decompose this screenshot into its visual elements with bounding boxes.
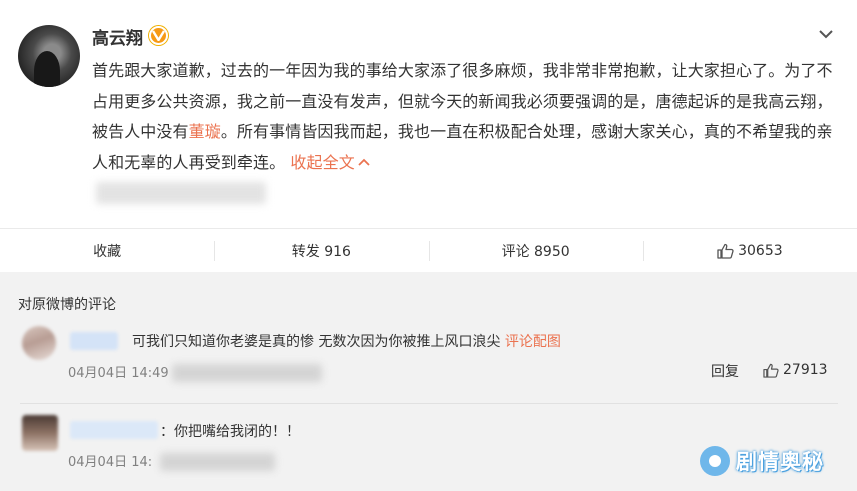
comment-date: 04月04日 14:49 xyxy=(68,366,169,381)
like-button[interactable]: 30653 xyxy=(642,229,857,272)
action-bar: 收藏 转发 916 评论 8950 30653 xyxy=(0,228,857,272)
comment-like-button[interactable]: 27913 xyxy=(763,362,828,378)
like-count: 30653 xyxy=(738,242,783,259)
thumbs-up-icon xyxy=(763,363,779,378)
commenter-name[interactable] xyxy=(70,332,118,350)
watermark-logo-icon xyxy=(700,446,730,476)
verified-v-icon xyxy=(149,26,168,45)
favorite-button[interactable]: 收藏 xyxy=(0,229,214,272)
watermark-text: 剧情奥秘 xyxy=(736,450,824,474)
comments-title: 对原微博的评论 xyxy=(18,297,116,313)
comment-button[interactable]: 评论 8950 xyxy=(428,229,643,272)
collapse-label: 收起全文 xyxy=(290,152,355,172)
chevron-down-icon[interactable] xyxy=(816,26,836,42)
repost-button[interactable]: 转发 916 xyxy=(214,229,428,272)
commenter-avatar[interactable] xyxy=(22,415,58,451)
collapse-text-link[interactable]: 收起全文 xyxy=(290,153,370,172)
comment-text: 可我们只知道你老婆是真的惨 无数次因为你被推上风口浪尖 评论配图 xyxy=(132,331,561,351)
blurred-source-info xyxy=(96,182,266,204)
chevron-up-icon xyxy=(358,158,370,166)
username[interactable]: 高云翔 xyxy=(92,24,143,49)
comment-label: 评论 8950 xyxy=(501,243,570,260)
blurred-device-info xyxy=(160,453,275,471)
comment-body: ：你把嘴给我闭的！！ xyxy=(160,424,300,440)
comment-text: ：你把嘴给我闭的！！ xyxy=(160,421,300,441)
blurred-device-info xyxy=(172,364,322,382)
comment-like-count: 27913 xyxy=(783,362,828,378)
commenter-name[interactable] xyxy=(70,421,158,439)
weibo-post: 高云翔 首先跟大家道歉，过去的一年因为我的事给大家添了很多麻烦，我非常非常抱歉，… xyxy=(0,0,857,228)
thumbs-up-icon xyxy=(717,243,734,259)
comment-date: 04月04日 14: xyxy=(68,455,153,470)
mention-keyword[interactable]: 董璇 xyxy=(189,122,221,141)
reply-button[interactable]: 回复 xyxy=(711,361,739,381)
commenter-avatar[interactable] xyxy=(22,326,56,360)
user-avatar[interactable] xyxy=(18,25,80,87)
comment-body: 可我们只知道你老婆是真的惨 无数次因为你被推上风口浪尖 xyxy=(132,334,501,350)
favorite-label: 收藏 xyxy=(93,243,122,260)
comment-image-link[interactable]: 评论配图 xyxy=(505,334,561,350)
post-body: 首先跟大家道歉，过去的一年因为我的事给大家添了很多麻烦，我非常非常抱歉，让大家担… xyxy=(92,56,842,178)
comment-divider xyxy=(20,403,838,404)
repost-label: 转发 916 xyxy=(291,243,351,260)
watermark: 剧情奥秘 xyxy=(700,437,824,485)
